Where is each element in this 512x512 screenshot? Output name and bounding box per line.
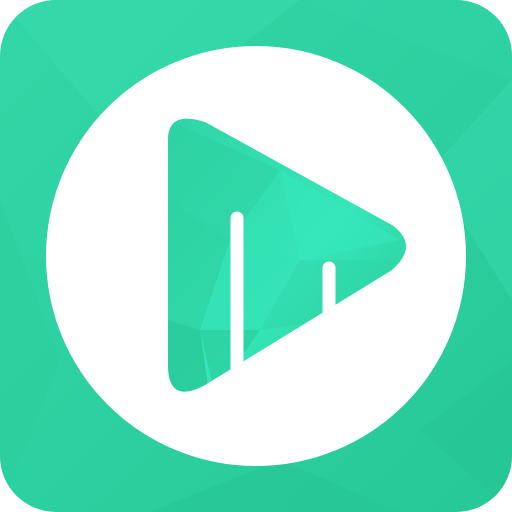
app-icon[interactable] — [0, 0, 512, 512]
